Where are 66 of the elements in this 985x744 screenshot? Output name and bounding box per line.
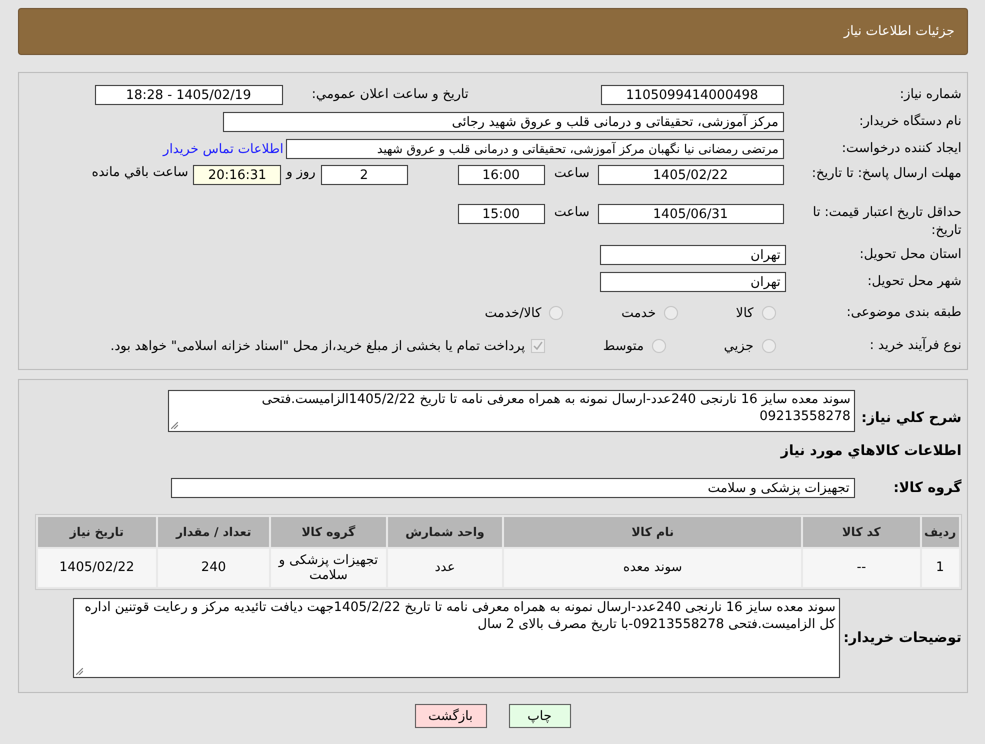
field-label: نام دستگاه خریدار: <box>858 113 962 131</box>
field-label: نوع فرآیند خرید : <box>868 337 962 355</box>
section-heading: اطلاعات کالاهاي مورد نیاز <box>779 442 962 461</box>
column-header: گروه کالا <box>271 517 386 548</box>
announce-date-field: 1405/02/19 - 18:28 <box>94 85 282 105</box>
payment-note-text: پرداخت تمام یا بخشی از مبلغ خرید،از محل "اسناد خزانه اسلامی" خواهد بود. <box>110 338 525 354</box>
time-field: 15:00 <box>458 204 544 224</box>
field-label: حداقل تاریخ اعتبار قیمت: تا تاریخ: <box>812 204 962 240</box>
goods-group-field: تجهیزات پزشکی و سلامت <box>170 478 854 498</box>
field-label: توضیحات خریدار: <box>842 628 962 648</box>
field-label: مهلت ارسال پاسخ: تا تاریخ: <box>810 165 962 183</box>
remaining-label: ساعت باقي مانده <box>92 165 188 180</box>
description-field: سوند معده سایز 16 نارنجی 240عدد-ارسال نمونه به همراه معرفی نامه تا تاریخ 1405/2/22الزامیست.فتحی 09213558278 <box>168 390 854 432</box>
radio-label: کالا/خدمت <box>484 306 542 321</box>
days-label: روز و <box>286 165 316 180</box>
page-title: جزئیات اطلاعات نیاز <box>844 24 954 39</box>
field-label: استان محل تحویل: <box>858 246 962 264</box>
print-button[interactable]: چاپ <box>508 704 570 728</box>
radio-button[interactable] <box>664 306 678 320</box>
table-cell: 240 <box>158 549 270 588</box>
requester-field: مرتضی رمضانی نیا نگهبان مرکز آموزشی، تحقیقاتی و درمانی قلب و عروق شهید <box>286 139 784 159</box>
field-label: تاریخ و ساعت اعلان عمومي: <box>310 86 468 104</box>
resize-grip-icon <box>170 422 178 430</box>
column-header: واحد شمارش <box>388 517 502 548</box>
checkbox[interactable] <box>530 339 545 354</box>
buyer-contact-link[interactable]: اطلاعات تماس خریدار <box>163 142 284 156</box>
field-label: شماره نیاز: <box>898 86 962 104</box>
need-number-field: 1105099414000498 <box>600 85 784 105</box>
time-label: ساعت <box>553 204 590 222</box>
column-header: تاریخ نیاز <box>38 517 156 548</box>
radio-button[interactable] <box>762 306 776 320</box>
remaining-time-field: 20:16:31 <box>193 165 282 185</box>
field-label: طبقه بندی موضوعی: <box>845 304 962 322</box>
city-field: تهران <box>600 272 786 292</box>
field-label: گروه کالا: <box>892 478 962 498</box>
radio-label: متوسط <box>602 338 644 354</box>
table-cell: سوند معده <box>504 549 802 588</box>
check-icon <box>532 341 543 352</box>
radio-button[interactable] <box>652 339 666 354</box>
column-header: نام کالا <box>504 517 802 548</box>
radio-label: کالا <box>736 306 754 321</box>
table-cell: 1405/02/22 <box>38 549 156 588</box>
radio-label: جزيي <box>724 338 754 354</box>
date-field: 1405/06/31 <box>598 204 784 224</box>
field-label: ایجاد کننده درخواست: <box>840 140 962 158</box>
column-header: کد کالا <box>803 517 920 548</box>
time-field: 16:00 <box>458 165 544 185</box>
back-button[interactable]: بازگشت <box>414 704 486 728</box>
days-field: 2 <box>320 165 408 185</box>
resize-grip-icon <box>76 668 82 676</box>
province-field: تهران <box>600 245 786 266</box>
radio-button[interactable] <box>549 306 564 320</box>
field-label: شهر محل تحویل: <box>866 273 962 291</box>
date-field: 1405/02/22 <box>598 165 784 185</box>
column-header: ردیف <box>922 517 958 548</box>
table-cell: 1 <box>922 549 958 588</box>
table-cell: عدد <box>388 549 502 588</box>
time-label: ساعت <box>553 165 590 183</box>
table-cell: تجهیزات پزشکی و سلامت <box>271 549 386 588</box>
column-header: تعداد / مقدار <box>158 517 270 548</box>
field-label: شرح کلي نیاز: <box>860 408 962 428</box>
buyer-notes-field: سوند معده سایز 16 نارنجی 240عدد-ارسال نمونه به همراه معرفی نامه تا تاریخ 1405/2/22جهت دیافت تائیدیه مرکز و رعایت قوتنین اداره کل الزامیست.فتحی 09213558278-با تاریخ مصرف بالای 2 سال <box>72 598 840 678</box>
table-cell: -- <box>803 549 920 588</box>
radio-button[interactable] <box>762 339 776 354</box>
buyer-org-field: مرکز آموزشی، تحقیقاتی و درمانی قلب و عروق شهید رجائی <box>222 112 784 132</box>
radio-label: خدمت <box>621 306 656 321</box>
